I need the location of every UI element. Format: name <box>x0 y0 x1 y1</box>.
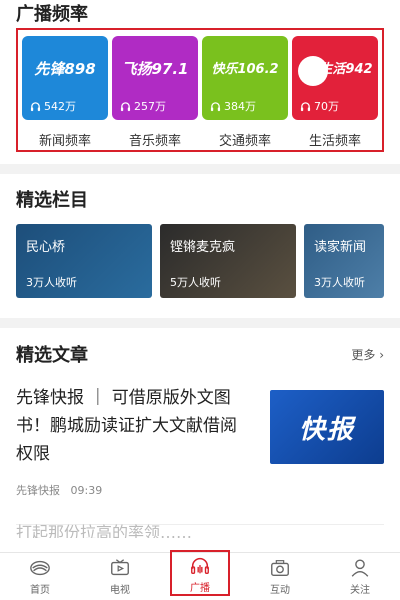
program-name: 铿锵麦克疯 <box>170 240 236 255</box>
bottom-nav: 首页 电视 广播 互动 关注 <box>0 550 400 600</box>
article-time: 09:39 <box>70 484 103 497</box>
channel-music[interactable]: 飞扬97.1 257万 音乐频率 <box>112 36 198 150</box>
listeners-count: 542万 <box>30 98 76 114</box>
nav-home[interactable]: 首页 <box>10 556 70 596</box>
channel-logo-text: 先锋898 <box>34 60 96 78</box>
broadcast-highlight-box: 先锋898 542万 新闻频率 飞扬97.1 257万 音乐频率 快乐106.2 <box>16 28 384 152</box>
channel-traffic[interactable]: 快乐106.2 384万 交通频率 <box>202 36 288 150</box>
nav-follow[interactable]: 关注 <box>330 556 390 596</box>
channel-name: 音乐频率 <box>128 134 181 149</box>
headphones-icon <box>120 101 131 111</box>
program-listeners: 3万人收听 <box>26 276 77 289</box>
nav-radio[interactable]: 广播 <box>170 550 230 596</box>
headphones-icon <box>300 101 311 111</box>
article-meta: 先锋快报 09:39 <box>16 482 252 498</box>
channel-life[interactable]: 生活942 70万 生活频率 <box>292 36 378 150</box>
channel-tile: 飞扬97.1 257万 <box>112 36 198 120</box>
tv-icon <box>107 556 133 580</box>
channel-logo-text: 快乐106.2 <box>211 62 279 77</box>
home-logo-icon <box>27 556 53 580</box>
channel-news[interactable]: 先锋898 542万 新闻频率 <box>22 36 108 150</box>
headphones-icon <box>210 101 221 111</box>
listeners-count: 70万 <box>300 98 339 114</box>
channel-name: 新闻频率 <box>38 134 91 149</box>
listeners-count: 384万 <box>210 98 256 114</box>
program-listeners: 5万人收听 <box>170 276 221 289</box>
channel-tile: 快乐106.2 384万 <box>202 36 288 120</box>
listeners-value: 542万 <box>44 100 76 113</box>
articles-section: 精选文章 更多 › 先锋快报 ｜ 可借原版外文图书！鹏城励读证扩大文献借阅权限 … <box>0 328 400 538</box>
articles-header: 精选文章 更多 › <box>16 342 384 366</box>
listeners-value: 70万 <box>314 100 339 113</box>
article-text: 先锋快报 ｜ 可借原版外文图书！鹏城励读证扩大文献借阅权限 先锋快报 09:39 <box>16 384 252 498</box>
program-listeners: 3万人收听 <box>314 276 365 289</box>
next-article-peek[interactable]: 打起那份拉高的率领…… <box>16 523 384 538</box>
programs-title: 精选栏目 <box>16 190 88 211</box>
headphones-icon <box>30 101 41 111</box>
programs-carousel[interactable]: 民心桥 3万人收听 铿锵麦克疯 5万人收听 读家新闻 3万人收听 <box>16 224 400 298</box>
user-icon <box>347 556 373 580</box>
broadcast-title: 广播频率 <box>16 4 88 25</box>
radio-headphones-icon <box>187 554 213 578</box>
nav-label: 关注 <box>350 585 370 596</box>
camera-icon <box>267 556 293 580</box>
nav-label: 广播 <box>190 583 210 594</box>
thumbnail-text: 快报 <box>298 414 355 445</box>
nav-label: 互动 <box>270 585 290 596</box>
program-card[interactable]: 铿锵麦克疯 5万人收听 <box>160 224 296 298</box>
channel-logo-text: 飞扬97.1 <box>121 60 189 78</box>
listeners-value: 257万 <box>134 100 166 113</box>
channel-logo-text: 生活942 <box>319 62 373 77</box>
nav-label: 首页 <box>30 585 50 596</box>
program-name: 民心桥 <box>26 240 66 255</box>
section-divider <box>0 164 400 174</box>
section-divider <box>0 318 400 328</box>
article-thumbnail: 快报 <box>270 390 384 464</box>
peek-text: 打起那份拉高的率领…… <box>16 523 193 538</box>
article-item[interactable]: 先锋快报 ｜ 可借原版外文图书！鹏城励读证扩大文献借阅权限 先锋快报 09:39… <box>16 384 384 498</box>
listeners-count: 257万 <box>120 98 166 114</box>
more-link[interactable]: 更多 › <box>351 346 384 363</box>
article-title: 先锋快报 ｜ 可借原版外文图书！鹏城励读证扩大文献借阅权限 <box>16 388 237 464</box>
listeners-value: 384万 <box>224 100 256 113</box>
program-name: 读家新闻 <box>314 240 367 255</box>
nav-interact[interactable]: 互动 <box>250 556 310 596</box>
channel-tile: 生活942 70万 <box>292 36 378 120</box>
channel-name: 生活频率 <box>308 134 361 149</box>
nav-tv[interactable]: 电视 <box>90 556 150 596</box>
nav-label: 电视 <box>110 585 130 596</box>
programs-section: 精选栏目 民心桥 3万人收听 铿锵麦克疯 5万人收听 读家新闻 3万人收听 <box>0 174 400 318</box>
program-card[interactable]: 读家新闻 3万人收听 <box>304 224 384 298</box>
article-source: 先锋快报 <box>16 484 60 497</box>
channel-name: 交通频率 <box>218 134 271 149</box>
channel-tile: 先锋898 542万 <box>22 36 108 120</box>
program-card[interactable]: 民心桥 3万人收听 <box>16 224 152 298</box>
broadcast-section: 广播频率 先锋898 542万 新闻频率 飞扬97.1 257万 音乐频率 快乐… <box>0 0 400 164</box>
articles-title: 精选文章 <box>16 345 88 366</box>
